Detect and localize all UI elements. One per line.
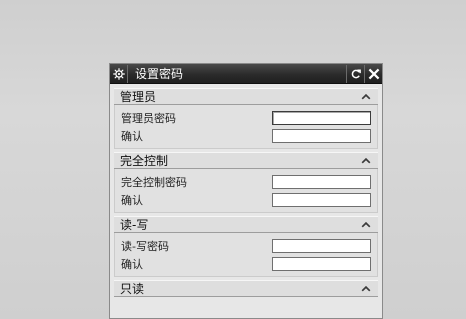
full-control-password-input[interactable] bbox=[272, 175, 371, 189]
read-only-section: 只读 bbox=[114, 280, 378, 297]
full-control-password-label: 完全控制密码 bbox=[121, 176, 187, 189]
reset-icon[interactable] bbox=[346, 64, 364, 83]
full-control-section-title: 完全控制 bbox=[120, 154, 169, 168]
admin-section-body: 管理员密码 确认 bbox=[114, 105, 378, 149]
admin-confirm-input[interactable] bbox=[272, 129, 371, 143]
read-write-confirm-label: 确认 bbox=[121, 258, 143, 271]
dialog-title: 设置密码 bbox=[135, 66, 184, 81]
full-control-password-row: 完全控制密码 bbox=[121, 173, 371, 191]
dialog-content: 管理员 管理员密码 确认 完全控制 完全控制密码 确认 读-写 读-写密码 确认… bbox=[110, 84, 382, 297]
read-only-section-title: 只读 bbox=[120, 282, 145, 296]
set-password-dialog: 设置密码 管理员 管理员密码 确认 完全控制 完全控制密码 确认 读-写 读-写… bbox=[109, 63, 383, 319]
read-write-password-row: 读-写密码 bbox=[121, 237, 371, 255]
full-control-section-header: 完全控制 bbox=[114, 152, 378, 169]
title-actions bbox=[346, 64, 382, 83]
full-control-confirm-row: 确认 bbox=[121, 191, 371, 209]
read-write-section: 读-写 读-写密码 确认 bbox=[114, 216, 378, 277]
read-write-password-input[interactable] bbox=[272, 239, 371, 253]
full-control-confirm-label: 确认 bbox=[121, 194, 143, 207]
read-write-section-header: 读-写 bbox=[114, 216, 378, 233]
admin-password-input[interactable] bbox=[272, 111, 371, 125]
read-write-confirm-row: 确认 bbox=[121, 255, 371, 273]
read-write-confirm-input[interactable] bbox=[272, 257, 371, 271]
admin-section-title: 管理员 bbox=[120, 90, 157, 104]
read-write-password-label: 读-写密码 bbox=[121, 240, 169, 253]
admin-confirm-label: 确认 bbox=[121, 130, 143, 143]
full-control-section-body: 完全控制密码 确认 bbox=[114, 169, 378, 213]
read-only-section-header: 只读 bbox=[114, 280, 378, 297]
admin-section: 管理员 管理员密码 确认 bbox=[114, 88, 378, 149]
collapse-read-only-section-icon[interactable] bbox=[356, 281, 376, 296]
collapse-read-write-section-icon[interactable] bbox=[356, 217, 376, 232]
read-write-section-title: 读-写 bbox=[120, 218, 149, 232]
collapse-admin-section-icon[interactable] bbox=[356, 89, 376, 104]
full-control-confirm-input[interactable] bbox=[272, 193, 371, 207]
gear-icon[interactable] bbox=[110, 64, 128, 83]
full-control-section: 完全控制 完全控制密码 确认 bbox=[114, 152, 378, 213]
read-write-section-body: 读-写密码 确认 bbox=[114, 233, 378, 277]
collapse-full-control-section-icon[interactable] bbox=[356, 153, 376, 168]
admin-password-row: 管理员密码 bbox=[121, 109, 371, 127]
admin-section-header: 管理员 bbox=[114, 88, 378, 105]
admin-password-label: 管理员密码 bbox=[121, 112, 176, 125]
close-icon[interactable] bbox=[364, 64, 382, 83]
dialog-titlebar: 设置密码 bbox=[110, 64, 382, 84]
admin-confirm-row: 确认 bbox=[121, 127, 371, 145]
